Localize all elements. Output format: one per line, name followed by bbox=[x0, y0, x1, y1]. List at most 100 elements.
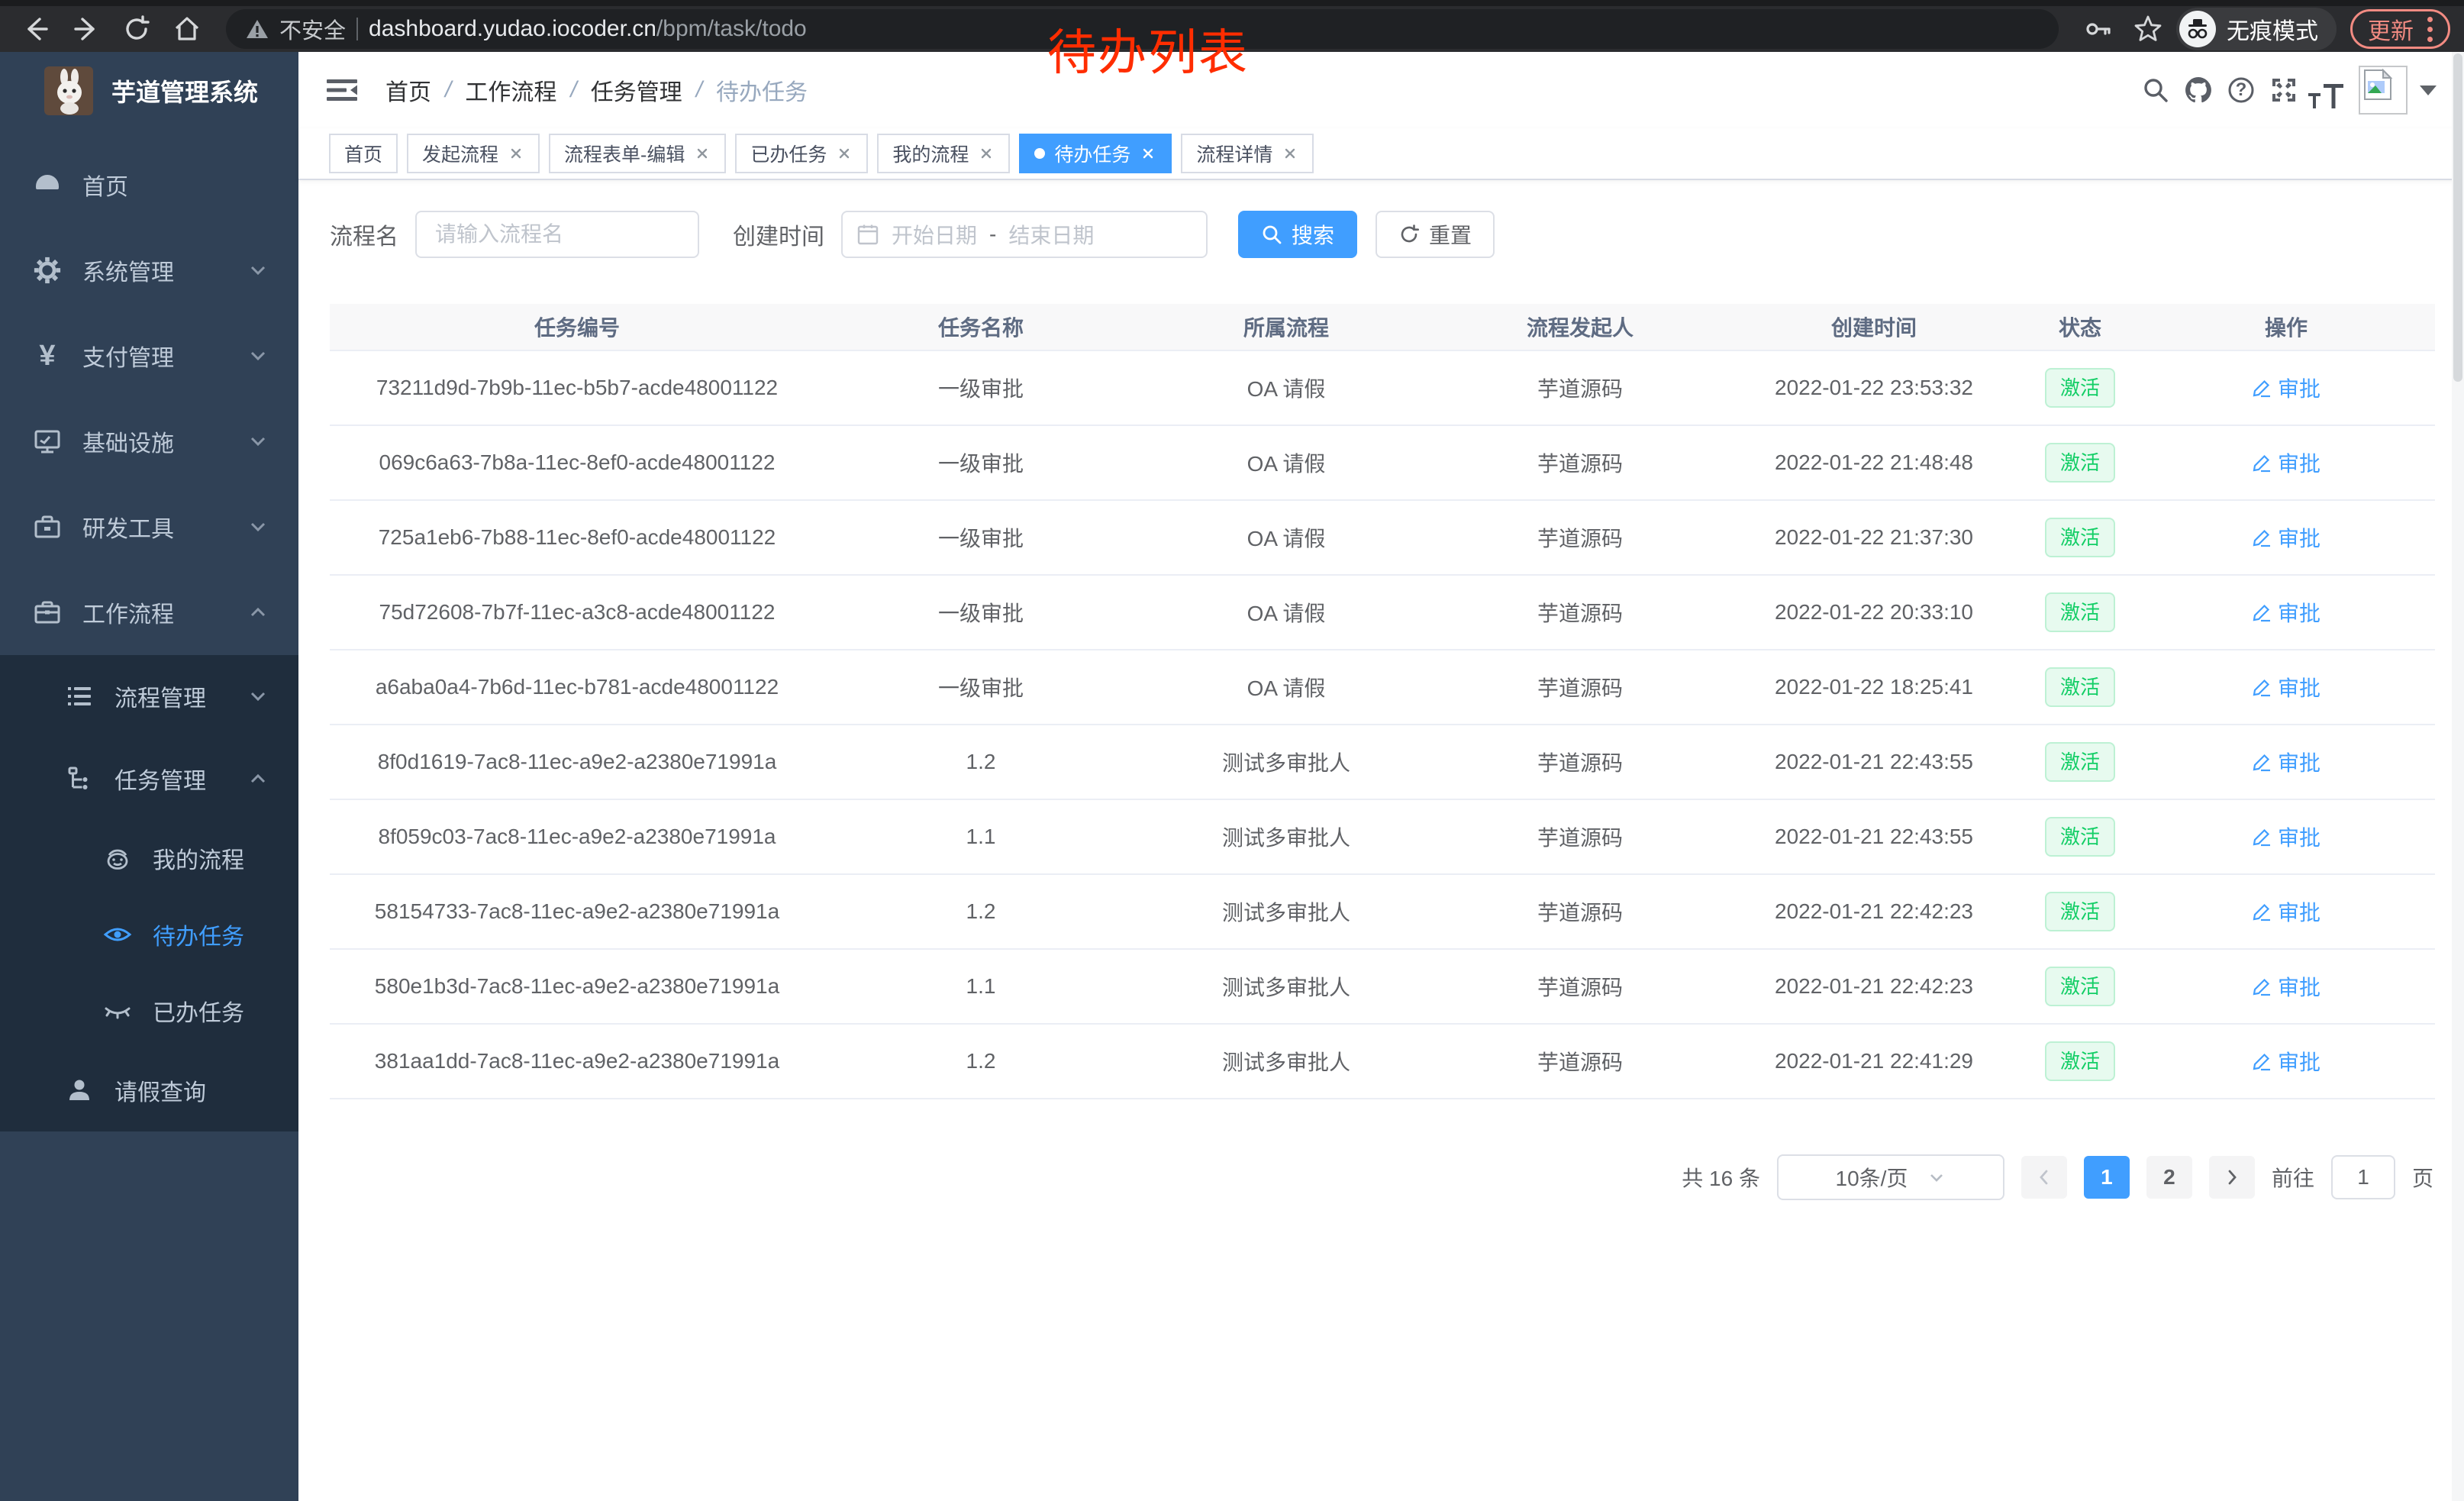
approve-link[interactable]: 审批 bbox=[2252, 747, 2320, 777]
status-badge: 激活 bbox=[2045, 667, 2115, 708]
page-url[interactable]: dashboard.yudao.iocoder.cn/bpm/task/todo bbox=[369, 16, 807, 42]
tag-home[interactable]: 首页 bbox=[329, 134, 398, 173]
bookmark-star-icon[interactable] bbox=[2126, 12, 2170, 46]
main-content: 流程名 创建时间 开始日期 - 结束日期 搜索 bbox=[298, 180, 2464, 1501]
approve-link[interactable]: 审批 bbox=[2252, 672, 2320, 702]
sidebar-logo-row[interactable]: 芋道管理系统 bbox=[0, 52, 298, 130]
home-icon[interactable] bbox=[165, 12, 209, 46]
tag-done-tasks[interactable]: 已办任务 bbox=[735, 134, 868, 173]
sidebar-item-label: 系统管理 bbox=[82, 253, 248, 287]
breadcrumb-item-workflow[interactable]: 工作流程 bbox=[465, 73, 556, 107]
process-name-input[interactable] bbox=[415, 211, 699, 258]
reset-button[interactable]: 重置 bbox=[1376, 211, 1495, 258]
sidebar-item-task-management[interactable]: 任务管理 bbox=[0, 738, 298, 820]
sidebar-item-leave-query[interactable]: 请假查询 bbox=[0, 1049, 298, 1131]
page-button-2[interactable]: 2 bbox=[2146, 1156, 2192, 1199]
approve-link-label: 审批 bbox=[2278, 822, 2320, 852]
sidebar-item-home[interactable]: 首页 bbox=[0, 142, 298, 228]
task-id-cell: a6aba0a4-7b6d-11ec-b781-acde48001122 bbox=[330, 675, 824, 699]
start-date-placeholder[interactable]: 开始日期 bbox=[892, 219, 977, 250]
tag-process-form-edit[interactable]: 流程表单-编辑 bbox=[549, 134, 726, 173]
forward-icon[interactable] bbox=[64, 12, 108, 46]
task-name-cell: 一级审批 bbox=[824, 672, 1137, 702]
next-page-button[interactable] bbox=[2209, 1156, 2255, 1199]
address-bar[interactable]: 不安全 dashboard.yudao.iocoder.cn/bpm/task/… bbox=[226, 9, 2059, 49]
reload-icon[interactable] bbox=[114, 12, 159, 46]
approve-link[interactable]: 审批 bbox=[2252, 373, 2320, 403]
breadcrumb-item-task-management[interactable]: 任务管理 bbox=[591, 73, 682, 107]
kebab-menu-icon[interactable] bbox=[2427, 17, 2433, 42]
incognito-badge[interactable]: 无痕模式 bbox=[2176, 8, 2337, 50]
process-cell: 测试多审批人 bbox=[1137, 896, 1435, 927]
close-icon[interactable] bbox=[694, 145, 711, 162]
process-cell: OA 请假 bbox=[1137, 672, 1435, 702]
page-scrollbar[interactable] bbox=[2452, 52, 2464, 1501]
end-date-placeholder[interactable]: 结束日期 bbox=[1008, 219, 1094, 250]
sidebar-item-workflow[interactable]: 工作流程 bbox=[0, 570, 298, 655]
security-warning-label[interactable]: 不安全 bbox=[279, 13, 346, 45]
avatar-caret-icon[interactable] bbox=[2420, 86, 2437, 95]
approve-link[interactable]: 审批 bbox=[2252, 971, 2320, 1002]
goto-page-input[interactable] bbox=[2331, 1155, 2395, 1199]
process-cell: OA 请假 bbox=[1137, 373, 1435, 403]
approve-link[interactable]: 审批 bbox=[2252, 447, 2320, 478]
close-icon[interactable] bbox=[978, 145, 995, 162]
security-warning-icon[interactable] bbox=[246, 18, 269, 40]
sidebar-item-done-tasks[interactable]: 已办任务 bbox=[0, 973, 298, 1049]
help-icon[interactable]: ? bbox=[2220, 69, 2262, 111]
page-button-1[interactable]: 1 bbox=[2084, 1156, 2130, 1199]
date-range-picker[interactable]: 开始日期 - 结束日期 bbox=[841, 211, 1208, 258]
sidebar-item-todo-tasks[interactable]: 待办任务 bbox=[0, 896, 298, 973]
browser-update-menu[interactable]: 更新 bbox=[2350, 9, 2450, 49]
search-button[interactable]: 搜索 bbox=[1238, 211, 1357, 258]
header-search-icon[interactable] bbox=[2134, 69, 2177, 111]
breadcrumb-item-home[interactable]: 首页 bbox=[385, 73, 431, 107]
close-icon[interactable] bbox=[836, 145, 853, 162]
process-cell: OA 请假 bbox=[1137, 597, 1435, 628]
sidebar-collapse-icon[interactable] bbox=[324, 73, 360, 108]
close-icon[interactable] bbox=[1140, 145, 1156, 162]
password-key-icon[interactable] bbox=[2075, 12, 2120, 46]
avatar[interactable] bbox=[2359, 66, 2408, 115]
page-size-select[interactable]: 10条/页 bbox=[1777, 1154, 2004, 1200]
back-icon[interactable] bbox=[14, 12, 58, 46]
tag-start-process[interactable]: 发起流程 bbox=[407, 134, 540, 173]
search-button-label: 搜索 bbox=[1292, 219, 1334, 250]
sidebar-item-process-management[interactable]: 流程管理 bbox=[0, 655, 298, 738]
tag-process-detail[interactable]: 流程详情 bbox=[1181, 134, 1314, 173]
goto-unit-label: 页 bbox=[2412, 1162, 2433, 1193]
approve-link[interactable]: 审批 bbox=[2252, 896, 2320, 927]
edit-pencil-icon bbox=[2252, 902, 2272, 922]
approve-link[interactable]: 审批 bbox=[2252, 522, 2320, 553]
sidebar-item-label: 支付管理 bbox=[82, 339, 248, 373]
status-badge: 激活 bbox=[2045, 368, 2115, 408]
github-icon[interactable] bbox=[2177, 69, 2220, 111]
table-row: a6aba0a4-7b6d-11ec-b781-acde48001122 一级审… bbox=[330, 650, 2435, 725]
column-header-task-name: 任务名称 bbox=[824, 311, 1137, 342]
update-label[interactable]: 更新 bbox=[2368, 12, 2414, 46]
close-icon[interactable] bbox=[1282, 145, 1298, 162]
approve-link[interactable]: 审批 bbox=[2252, 597, 2320, 628]
task-id-cell: 725a1eb6-7b88-11ec-8ef0-acde48001122 bbox=[330, 525, 824, 550]
initiator-cell: 芋道源码 bbox=[1435, 373, 1725, 403]
sidebar-item-dev-tools[interactable]: 研发工具 bbox=[0, 484, 298, 570]
task-name-cell: 一级审批 bbox=[824, 597, 1137, 628]
scrollbar-thumb[interactable] bbox=[2453, 53, 2462, 382]
approve-link-label: 审批 bbox=[2278, 971, 2320, 1002]
breadcrumb: 首页 / 工作流程 / 任务管理 / 待办任务 bbox=[385, 73, 808, 107]
prev-page-button[interactable] bbox=[2021, 1156, 2067, 1199]
approve-link[interactable]: 审批 bbox=[2252, 822, 2320, 852]
process-cell: 测试多审批人 bbox=[1137, 1046, 1435, 1077]
tag-my-process[interactable]: 我的流程 bbox=[877, 134, 1010, 173]
close-icon[interactable] bbox=[508, 145, 524, 162]
process-cell: 测试多审批人 bbox=[1137, 971, 1435, 1002]
approve-link[interactable]: 审批 bbox=[2252, 1046, 2320, 1077]
font-size-icon[interactable] bbox=[2305, 69, 2348, 111]
edit-pencil-icon bbox=[2252, 378, 2272, 398]
tag-todo-tasks[interactable]: 待办任务 bbox=[1019, 134, 1172, 173]
sidebar-item-payment[interactable]: ¥ 支付管理 bbox=[0, 313, 298, 399]
fullscreen-icon[interactable] bbox=[2262, 69, 2305, 111]
sidebar-item-system[interactable]: 系统管理 bbox=[0, 228, 298, 313]
sidebar-item-infrastructure[interactable]: 基础设施 bbox=[0, 399, 298, 484]
sidebar-item-my-process[interactable]: 我的流程 bbox=[0, 820, 298, 896]
